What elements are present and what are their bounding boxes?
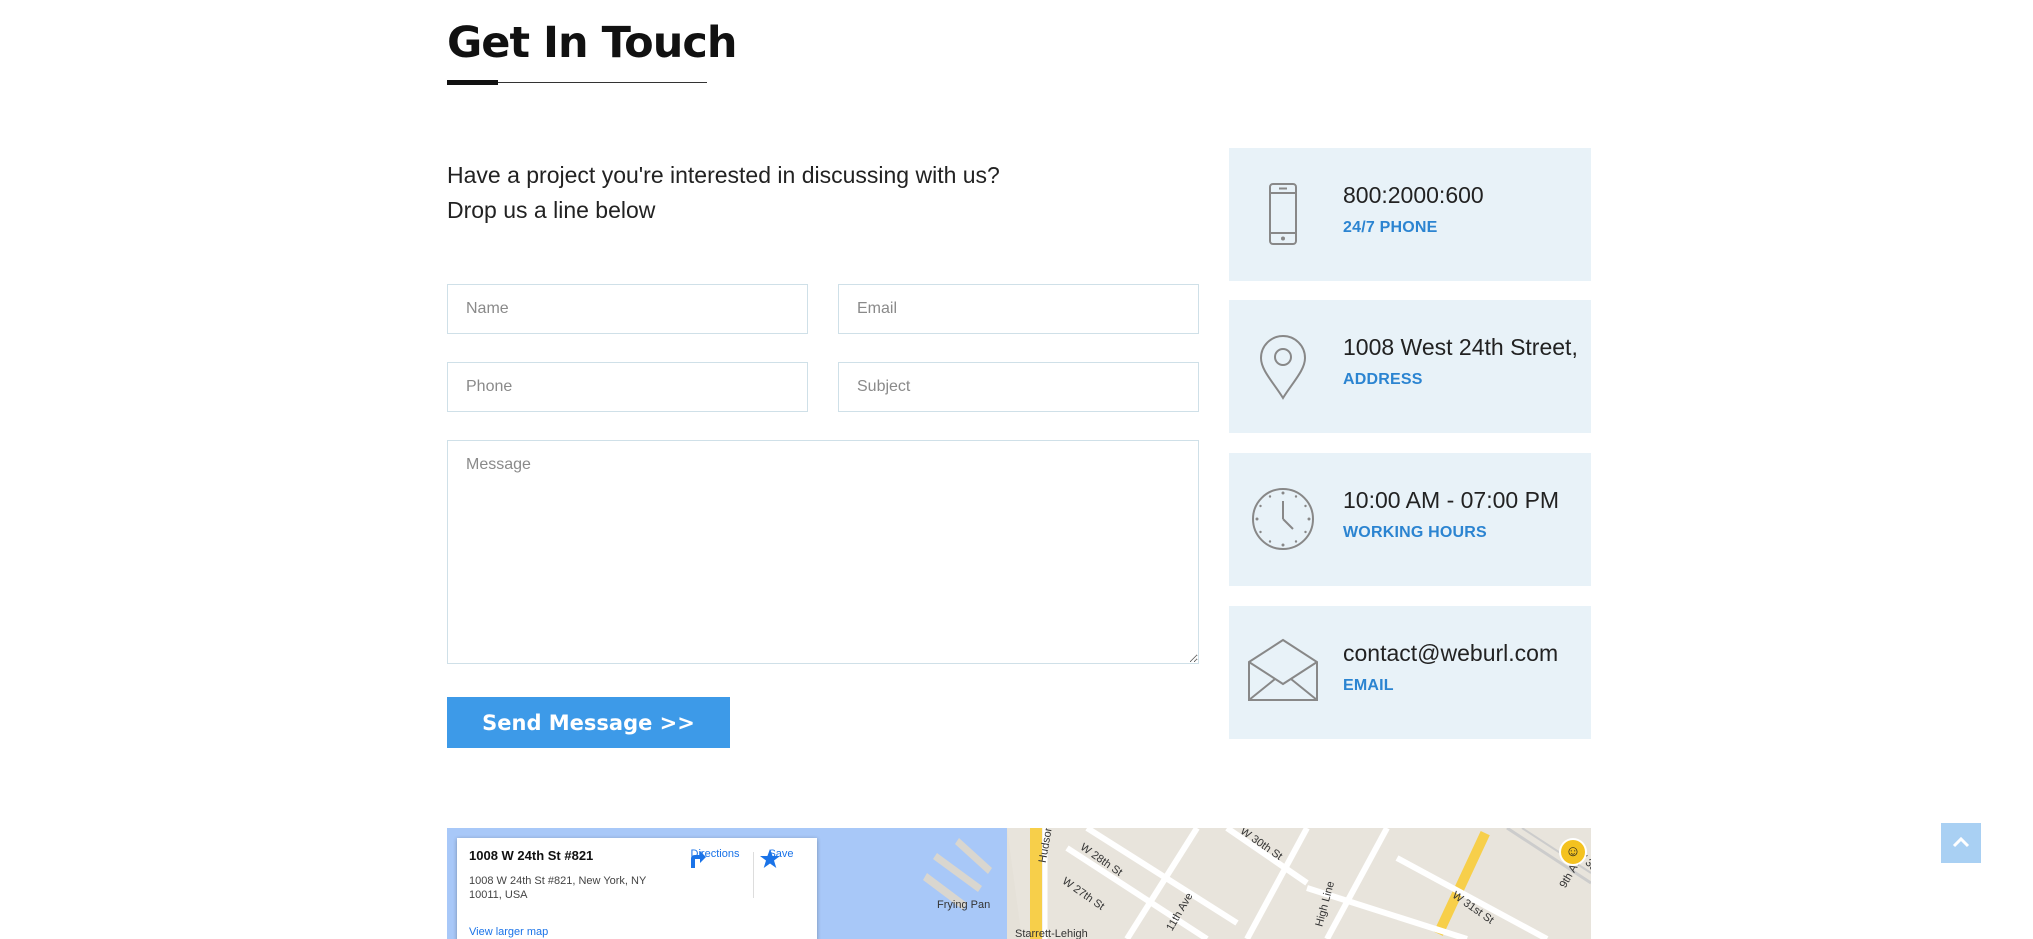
envelope-icon [1248, 638, 1318, 701]
card-divider [753, 852, 754, 898]
chevron-up-icon [1952, 836, 1970, 848]
intro-line-2: Drop us a line below [447, 197, 656, 223]
title-underline-accent [447, 80, 498, 85]
name-field[interactable] [447, 284, 808, 334]
save-button[interactable]: Save [759, 848, 803, 868]
email-label: EMAIL [1343, 677, 1394, 694]
send-message-button[interactable]: Send Message >> [447, 697, 730, 748]
phone-field[interactable] [447, 362, 808, 412]
directions-icon [691, 851, 706, 868]
place-title: 1008 W 24th St #821 [469, 848, 594, 863]
intro-line-1: Have a project you're interested in disc… [447, 162, 1000, 188]
email-card: contact@weburl.com EMAIL [1229, 606, 1591, 739]
hours-card: 10:00 AM - 07:00 PM WORKING HOURS [1229, 453, 1591, 586]
directions-button[interactable]: Directions [685, 848, 745, 868]
map-place-card: 1008 W 24th St #821 1008 W 24th St #821,… [457, 838, 817, 939]
hours-label: WORKING HOURS [1343, 524, 1487, 541]
view-larger-map-link[interactable]: View larger map [469, 926, 548, 938]
intro-text: Have a project you're interested in disc… [447, 158, 1097, 228]
map-label: Starrett-Lehigh [1015, 928, 1088, 939]
address-card: 1008 West 24th Street, ADDRESS [1229, 300, 1591, 433]
address-label: ADDRESS [1343, 371, 1423, 388]
clock-icon [1252, 488, 1314, 550]
hours-value: 10:00 AM - 07:00 PM [1343, 487, 1560, 513]
smartphone-icon [1269, 183, 1297, 245]
scroll-to-top-button[interactable] [1941, 823, 1981, 863]
email-field[interactable] [838, 284, 1199, 334]
page-title: Get In Touch [447, 18, 737, 68]
map-label: Frying Pan [937, 899, 991, 911]
map-embed[interactable]: W 28th St W 27th St W 30th St W 31st St … [447, 828, 1591, 939]
phone-card: 800:2000:600 24/7 PHONE [1229, 148, 1591, 281]
map-pin-icon [1259, 335, 1307, 400]
phone-value: 800:2000:600 [1343, 182, 1484, 208]
address-value: 1008 West 24th Street, [1343, 334, 1578, 360]
phone-label: 24/7 PHONE [1343, 219, 1438, 236]
email-value: contact@weburl.com [1343, 640, 1559, 666]
contact-section: Get In Touch Have a project you're inter… [447, 0, 1591, 939]
star-icon [760, 849, 780, 868]
street-view-pegman-icon[interactable]: ☺ [1561, 840, 1585, 864]
subject-field[interactable] [838, 362, 1199, 412]
place-address: 1008 W 24th St #821, New York, NY 10011,… [469, 875, 647, 901]
message-field[interactable] [447, 440, 1199, 664]
